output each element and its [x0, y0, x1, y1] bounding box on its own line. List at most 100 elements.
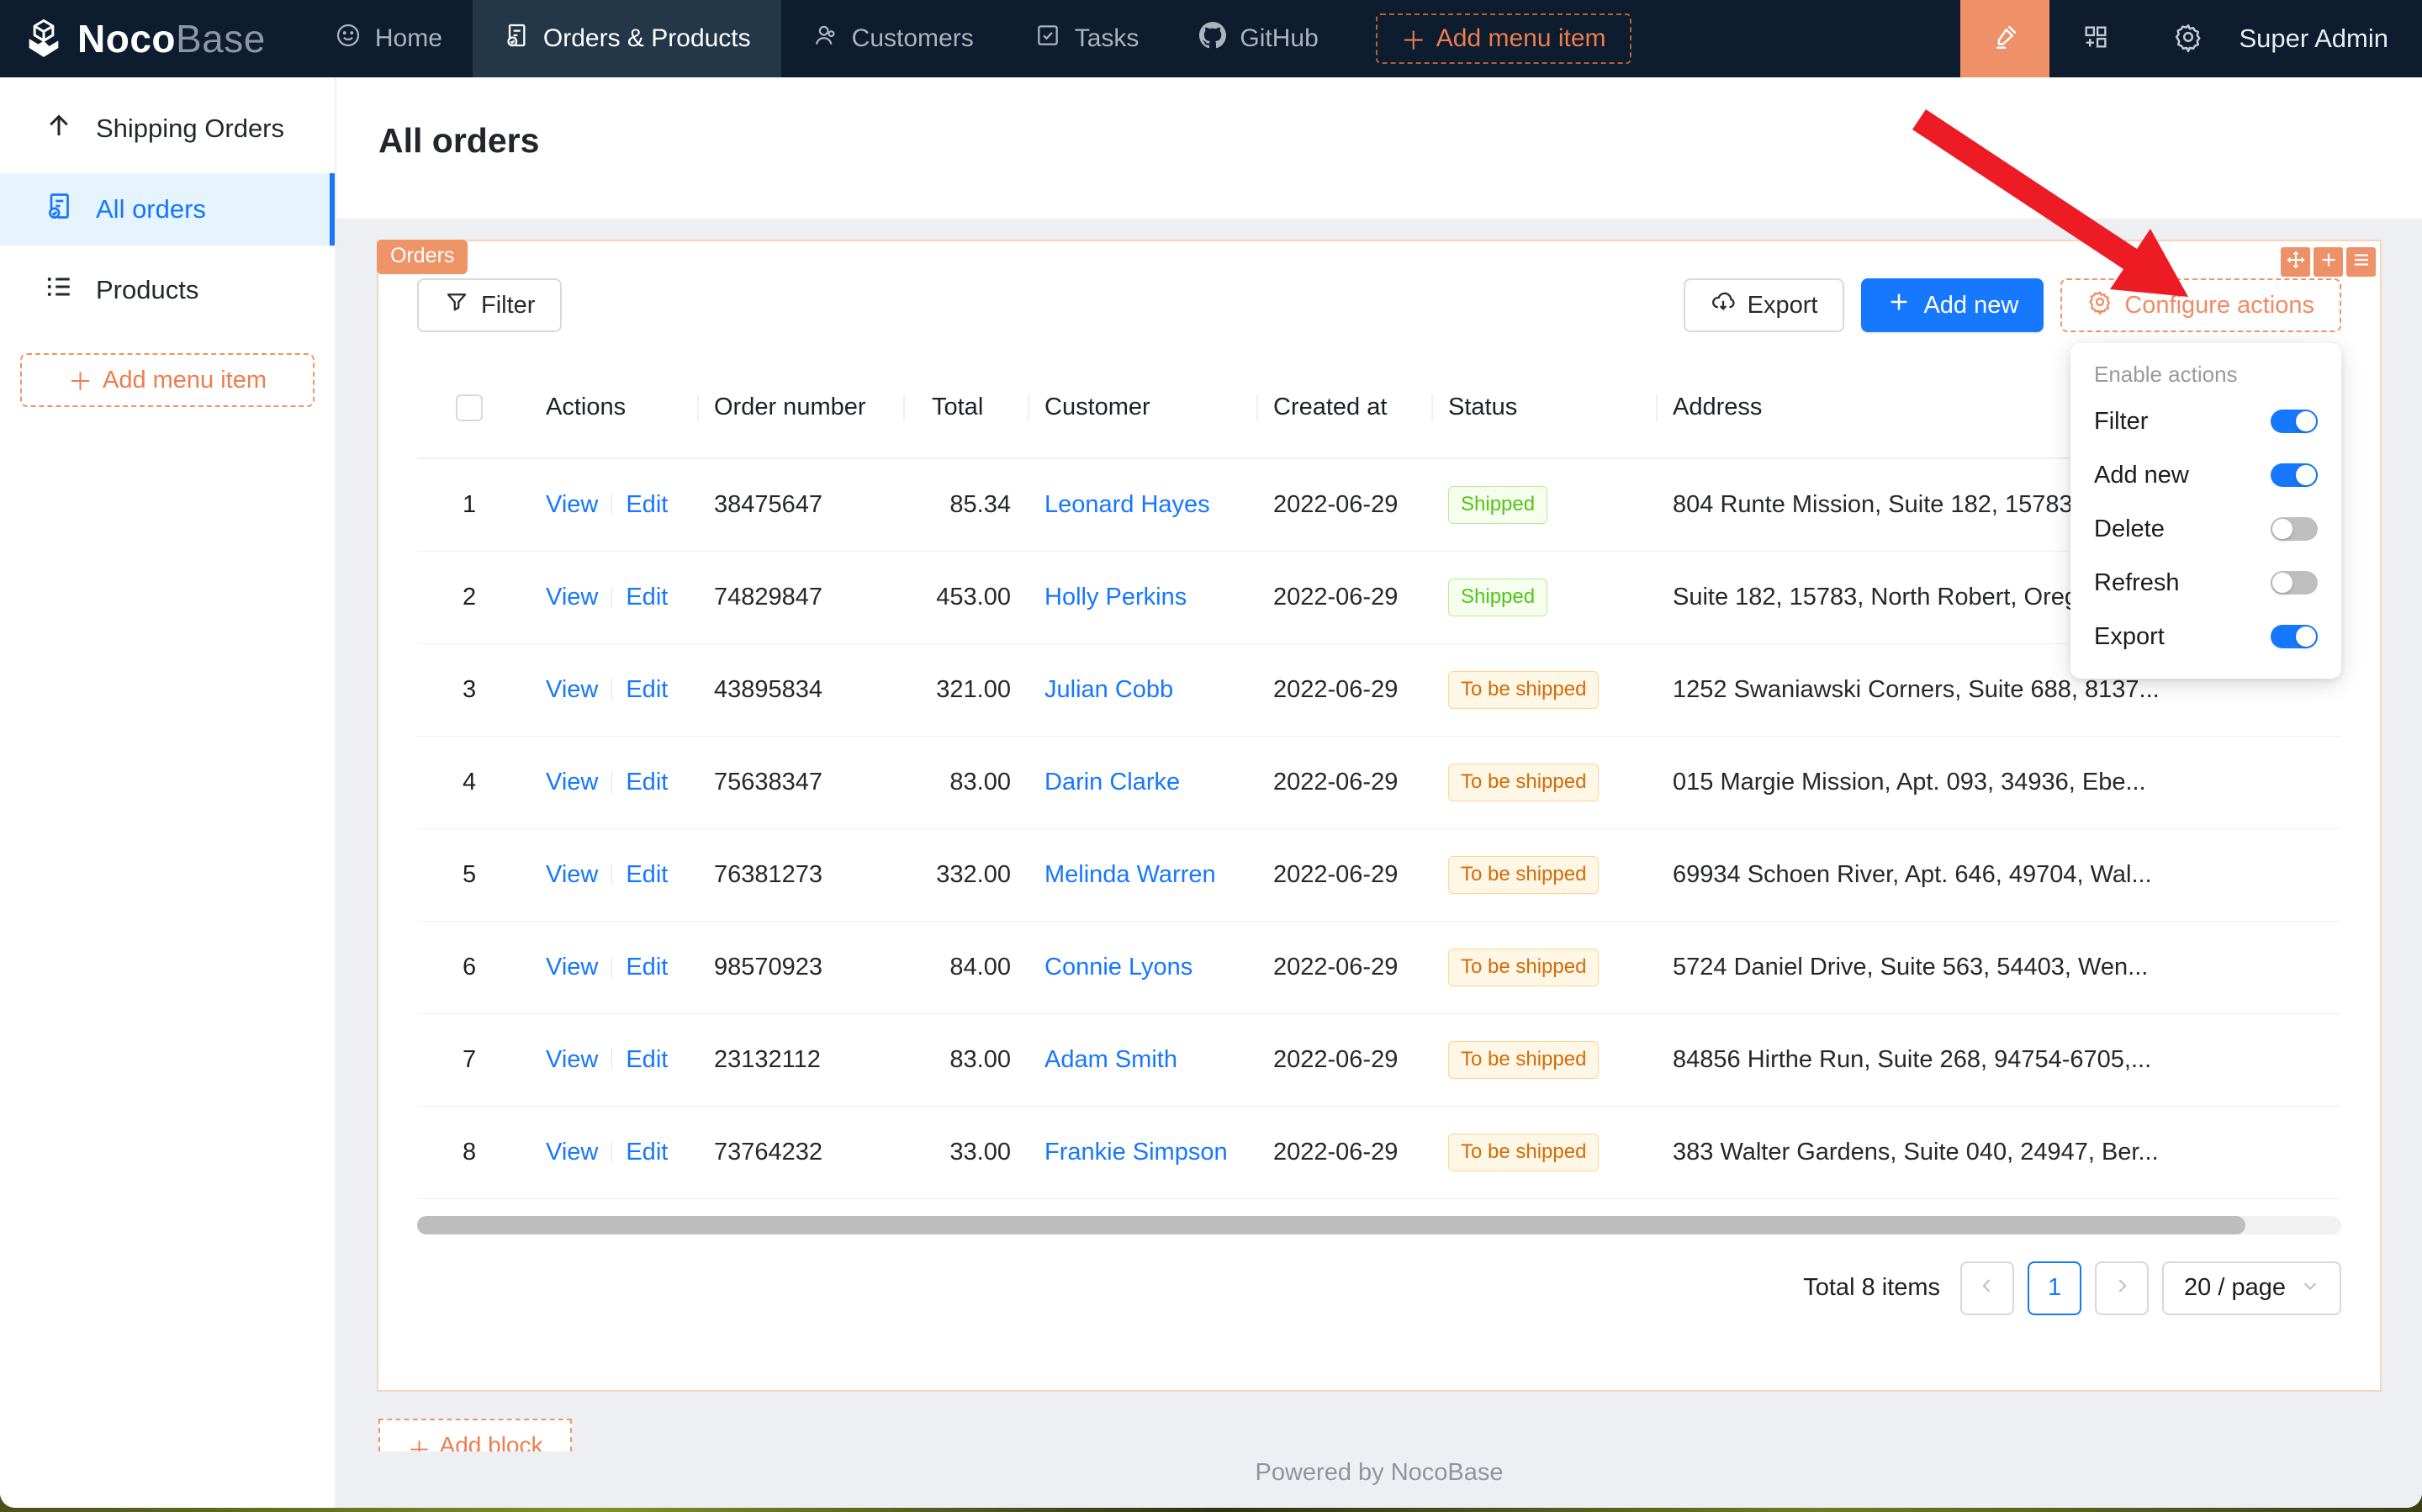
settings-button[interactable]: [2142, 0, 2234, 77]
page-1-button[interactable]: 1: [2028, 1261, 2081, 1315]
edit-link[interactable]: Edit: [626, 954, 668, 981]
total-cell: 321.00: [905, 643, 1029, 736]
customer-cell: Melinda Warren: [1029, 828, 1258, 921]
block-collection-tag: Orders: [377, 240, 468, 274]
view-link[interactable]: View: [546, 861, 598, 888]
sidebar-add-menu-item-button[interactable]: ＋ Add menu item: [20, 353, 315, 407]
row-actions: View Edit: [531, 643, 699, 736]
nav-item-customers[interactable]: Customers: [781, 0, 1004, 77]
customer-cell: Connie Lyons: [1029, 921, 1258, 1013]
customer-link[interactable]: Melinda Warren: [1044, 861, 1216, 888]
nocobase-logo[interactable]: NocoBase: [22, 15, 266, 63]
add-block-button[interactable]: ＋ Add block: [378, 1419, 572, 1451]
add-menu-item-label: Add menu item: [103, 367, 267, 394]
toggle-knob: [2272, 519, 2292, 539]
configure-actions-label: Configure actions: [2124, 292, 2314, 320]
pagination-total: Total 8 items: [1803, 1274, 1940, 1302]
block-add-button[interactable]: [2314, 247, 2343, 277]
view-link[interactable]: View: [546, 954, 598, 981]
view-link[interactable]: View: [546, 676, 598, 703]
funnel-icon: [444, 289, 469, 321]
created-at-cell: 2022-06-29: [1258, 1013, 1433, 1106]
filter-toggle[interactable]: [2271, 410, 2318, 433]
customer-link[interactable]: Frankie Simpson: [1044, 1139, 1228, 1166]
nav-item-label: GitHub: [1240, 24, 1318, 53]
edit-link[interactable]: Edit: [626, 769, 668, 796]
customer-link[interactable]: Darin Clarke: [1044, 769, 1180, 796]
customer-link[interactable]: Connie Lyons: [1044, 954, 1192, 981]
edit-link[interactable]: Edit: [626, 1046, 668, 1073]
view-link[interactable]: View: [546, 491, 598, 518]
add-new-toggle[interactable]: [2271, 463, 2318, 487]
scrollbar-thumb[interactable]: [417, 1216, 2245, 1234]
drag-handle-button[interactable]: [2281, 247, 2310, 277]
status-cell: Shipped: [1433, 458, 1658, 551]
sidebar-item-shipping-orders[interactable]: Shipping Orders: [0, 93, 335, 165]
powered-by-footer: Powered by NocoBase: [336, 1459, 2422, 1487]
customer-link[interactable]: Leonard Hayes: [1044, 491, 1210, 518]
page-header: All orders: [336, 77, 2422, 219]
edit-link[interactable]: Edit: [626, 1139, 668, 1166]
status-cell: To be shipped: [1433, 736, 1658, 828]
order-number-cell: 73764232: [699, 1106, 905, 1198]
add-new-button[interactable]: Add new: [1861, 278, 2044, 332]
select-all-checkbox[interactable]: [456, 394, 483, 421]
status-badge: To be shipped: [1448, 764, 1599, 801]
edit-link[interactable]: Edit: [626, 584, 668, 611]
refresh-toggle[interactable]: [2271, 571, 2318, 595]
ui-editor-button[interactable]: [1960, 0, 2049, 77]
col-header-created-at: Created at: [1258, 357, 1433, 458]
customer-cell: Frankie Simpson: [1029, 1106, 1258, 1198]
delete-toggle[interactable]: [2271, 517, 2318, 541]
customer-link[interactable]: Adam Smith: [1044, 1046, 1177, 1073]
view-link[interactable]: View: [546, 1139, 598, 1166]
table-row: 1 ViewEdit 38475647 85.34 Leonard Hayes …: [417, 458, 2341, 551]
next-page-button[interactable]: [2095, 1261, 2149, 1315]
nav-item-github[interactable]: GitHub: [1169, 0, 1348, 77]
popover-row-export: Export: [2094, 610, 2318, 663]
configure-actions-button[interactable]: Configure actions: [2060, 278, 2341, 332]
add-menu-item-label: Add menu item: [1436, 24, 1606, 53]
toggle-label: Export: [2094, 623, 2165, 651]
customer-link[interactable]: Julian Cobb: [1044, 676, 1173, 703]
plugin-manager-button[interactable]: [2049, 0, 2142, 77]
customer-link[interactable]: Holly Perkins: [1044, 584, 1187, 611]
order-number-cell: 98570923: [699, 921, 905, 1013]
table-row: 7 ViewEdit 23132112 83.00 Adam Smith 202…: [417, 1013, 2341, 1106]
row-index: 8: [417, 1106, 531, 1198]
nav-item-tasks[interactable]: Tasks: [1004, 0, 1170, 77]
status-cell: To be shipped: [1433, 1013, 1658, 1106]
table-row: 4 ViewEdit 75638347 83.00 Darin Clarke 2…: [417, 736, 2341, 828]
sidebar-item-products[interactable]: Products: [0, 254, 335, 326]
edit-link[interactable]: Edit: [626, 676, 668, 703]
prev-page-button[interactable]: [1960, 1261, 2014, 1315]
nav-item-orders-products[interactable]: Orders & Products: [473, 0, 781, 77]
export-toggle[interactable]: [2271, 625, 2318, 648]
order-number-cell: 74829847: [699, 551, 905, 643]
created-at-cell: 2022-06-29: [1258, 736, 1433, 828]
action-divider: [611, 1049, 612, 1071]
filter-button[interactable]: Filter: [417, 278, 562, 332]
block-menu-button[interactable]: [2346, 247, 2376, 277]
edit-link[interactable]: Edit: [626, 491, 668, 518]
current-user[interactable]: Super Admin: [2240, 24, 2389, 54]
plus-icon: ＋: [1401, 20, 1426, 57]
nav-item-home[interactable]: Home: [304, 0, 473, 77]
total-cell: 33.00: [905, 1106, 1029, 1198]
navbar-add-menu-item-button[interactable]: ＋ Add menu item: [1376, 13, 1631, 64]
view-link[interactable]: View: [546, 1046, 598, 1073]
sidebar-item-all-orders[interactable]: All orders: [0, 173, 335, 246]
table-toolbar: Filter Export: [417, 278, 2341, 332]
status-cell: To be shipped: [1433, 828, 1658, 921]
view-link[interactable]: View: [546, 584, 598, 611]
page-size-select[interactable]: 20 / page: [2162, 1261, 2341, 1315]
edit-link[interactable]: Edit: [626, 861, 668, 888]
plus-icon: ＋: [408, 1432, 431, 1451]
total-cell: 83.00: [905, 736, 1029, 828]
row-actions: View Edit: [531, 1013, 699, 1106]
view-link[interactable]: View: [546, 769, 598, 796]
row-actions: View Edit: [531, 828, 699, 921]
export-button[interactable]: Export: [1684, 278, 1845, 332]
customer-cell: Leonard Hayes: [1029, 458, 1258, 551]
popover-row-add-new: Add new: [2094, 448, 2318, 502]
